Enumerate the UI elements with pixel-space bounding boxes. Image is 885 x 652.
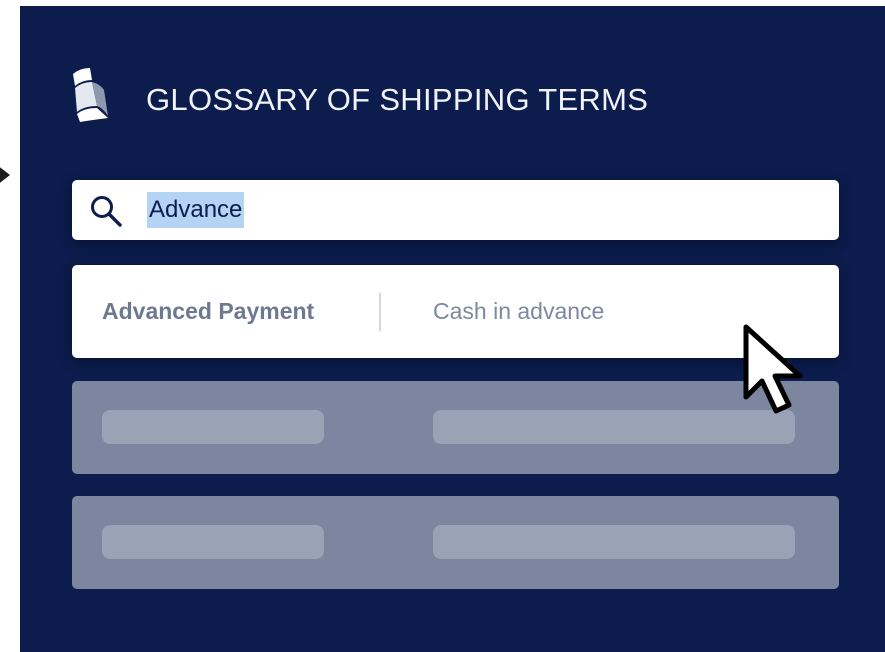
placeholder-term-bar — [102, 525, 324, 559]
glossary-panel: GLOSSARY OF SHIPPING TERMS Advance Advan… — [20, 6, 885, 652]
placeholder-definition-bar — [433, 410, 795, 444]
partial-arrow-icon — [0, 167, 10, 183]
placeholder-row — [72, 496, 839, 589]
result-divider — [379, 293, 381, 331]
result-definition: Cash in advance — [433, 298, 605, 324]
pointer-cursor-icon — [743, 324, 803, 414]
folded-banner-logo-icon — [73, 68, 108, 122]
search-input[interactable] — [145, 194, 815, 226]
result-term: Advanced Payment — [102, 298, 315, 324]
page-title: GLOSSARY OF SHIPPING TERMS — [146, 82, 649, 117]
result-row-advanced-payment[interactable]: Advanced Payment Cash in advance — [72, 265, 839, 358]
placeholder-row — [72, 381, 839, 474]
search-icon[interactable] — [88, 193, 124, 229]
page: GLOSSARY OF SHIPPING TERMS Advance Advan… — [0, 0, 885, 652]
search-box[interactable]: Advance — [72, 180, 839, 240]
placeholder-definition-bar — [433, 525, 795, 559]
placeholder-term-bar — [102, 410, 324, 444]
